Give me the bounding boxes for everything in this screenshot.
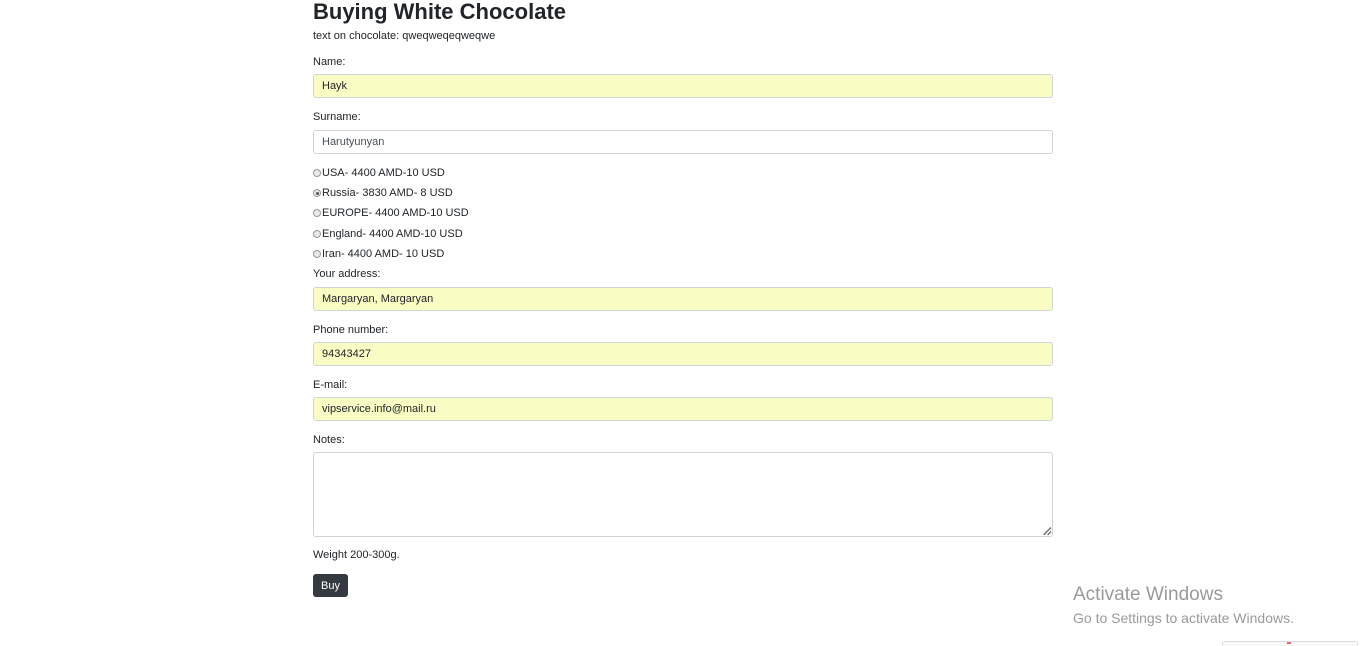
weight-note: Weight 200-300g.	[313, 549, 400, 561]
shipping-option-iran[interactable]: Iran- 4400 AMD- 10 USD	[313, 247, 444, 261]
shipping-option-label: England- 4400 AMD-10 USD	[322, 227, 463, 240]
shipping-option-label: Russia- 3830 AMD- 8 USD	[322, 186, 453, 199]
radio-button[interactable]	[313, 250, 321, 258]
corner-widget[interactable]	[1222, 641, 1358, 646]
watermark-subtitle: Go to Settings to activate Windows.	[1073, 610, 1294, 626]
address-label: Your address:	[313, 268, 381, 280]
page-title: Buying White Chocolate	[313, 0, 566, 24]
shipping-option-label: EUROPE- 4400 AMD-10 USD	[322, 206, 469, 219]
phone-input[interactable]	[313, 342, 1053, 366]
radio-button[interactable]	[313, 230, 321, 238]
shipping-option-europe[interactable]: EUROPE- 4400 AMD-10 USD	[313, 206, 469, 220]
shipping-option-usa[interactable]: USA- 4400 AMD-10 USD	[313, 166, 445, 180]
surname-input[interactable]	[313, 130, 1053, 154]
notification-dot-icon	[1287, 642, 1291, 644]
shipping-option-label: Iran- 4400 AMD- 10 USD	[322, 247, 445, 260]
notes-label: Notes:	[313, 434, 345, 446]
windows-activation-watermark: Activate Windows Go to Settings to activ…	[1073, 583, 1294, 627]
address-input[interactable]	[313, 287, 1053, 311]
buy-button[interactable]: Buy	[313, 574, 348, 597]
chocolate-text: text on chocolate: qweqweqeqweqwe	[313, 30, 496, 42]
page: Buying White Chocolate text on chocolate…	[0, 0, 1366, 646]
shipping-option-label: USA- 4400 AMD-10 USD	[322, 166, 445, 179]
name-input[interactable]	[313, 74, 1053, 98]
radio-button[interactable]	[313, 209, 321, 217]
radio-button[interactable]	[313, 169, 321, 177]
email-label: E-mail:	[313, 379, 348, 391]
phone-label: Phone number:	[313, 324, 389, 336]
email-input[interactable]	[313, 397, 1053, 421]
shipping-option-england[interactable]: England- 4400 AMD-10 USD	[313, 227, 463, 241]
notes-textarea[interactable]	[313, 452, 1053, 537]
surname-label: Surname:	[313, 111, 361, 123]
shipping-option-russia[interactable]: Russia- 3830 AMD- 8 USD	[313, 186, 453, 200]
radio-button-checked[interactable]	[313, 189, 321, 197]
name-label: Name:	[313, 56, 346, 68]
notes-wrapper	[313, 452, 1053, 537]
watermark-title: Activate Windows	[1073, 584, 1223, 605]
